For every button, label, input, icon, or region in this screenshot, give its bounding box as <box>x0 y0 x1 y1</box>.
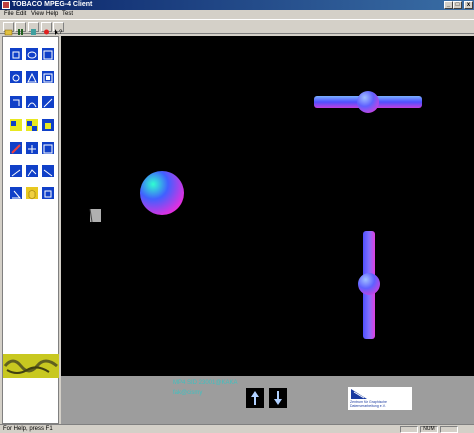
yellow-tool-1[interactable] <box>9 118 23 132</box>
zgdv-logo: Zentrum für Graphische Datenverarbeitung… <box>348 387 412 410</box>
yellow-tool-3[interactable] <box>41 118 55 132</box>
line-tool-1[interactable] <box>9 164 23 178</box>
rotate-icon <box>12 74 20 82</box>
grid-tool-2[interactable] <box>41 141 55 155</box>
sphere-object[interactable] <box>140 171 184 215</box>
close-button[interactable]: x <box>464 1 473 9</box>
box-icon <box>44 190 52 198</box>
status-pane-1 <box>400 426 418 433</box>
help-cursor-icon: ? <box>55 29 63 36</box>
maximize-button[interactable]: □ <box>453 1 462 9</box>
yellow-tool-2[interactable] <box>25 118 39 132</box>
angle-tool[interactable] <box>9 186 23 200</box>
stack-icon <box>13 99 20 106</box>
grid-tool-1[interactable] <box>25 141 39 155</box>
menu-help[interactable]: Help <box>46 10 58 19</box>
arrow-down-icon <box>274 391 282 405</box>
diagonal-icon <box>43 98 53 108</box>
yellow-block-icon <box>27 121 37 131</box>
user-text: fak@cismy <box>173 390 203 396</box>
app-icon <box>2 1 10 9</box>
menu-file[interactable]: File <box>4 10 14 19</box>
shape-tool-5[interactable] <box>25 70 39 84</box>
context-help-button[interactable]: ? <box>53 22 64 36</box>
menu-test[interactable]: Test <box>62 10 73 19</box>
ellipse-icon <box>27 51 37 59</box>
cube-tool[interactable] <box>25 186 39 200</box>
shape-tool-2[interactable] <box>25 47 39 61</box>
stop-button[interactable] <box>28 22 39 35</box>
up-arrow-button[interactable] <box>246 388 264 408</box>
arrow-up-icon <box>251 391 259 405</box>
horizontal-slider-knob[interactable] <box>357 91 379 113</box>
curve-icon <box>27 102 37 108</box>
shape-icon <box>12 51 20 59</box>
small-cube-object[interactable] <box>89 208 101 223</box>
grid-frame-icon <box>43 144 53 154</box>
status-num: NUM <box>420 426 438 433</box>
line-tool-3[interactable] <box>41 164 55 178</box>
tobaco-logo <box>3 354 59 378</box>
menu-edit[interactable]: Edit <box>16 10 26 19</box>
toolbar: ? <box>0 19 474 36</box>
minimize-button[interactable]: _ <box>444 1 453 9</box>
shape-tool-1[interactable] <box>9 47 23 61</box>
horizontal-slider[interactable] <box>314 91 422 113</box>
scene-canvas <box>89 91 422 339</box>
pause-button[interactable] <box>15 22 26 35</box>
yellow-frame-icon <box>45 123 51 129</box>
title-bar: TOBACO MPEG-4 Client _ □ x <box>0 0 474 10</box>
zgdv-logo-mark <box>351 389 367 399</box>
angle-icon <box>12 190 22 199</box>
down-arrow-button[interactable] <box>269 388 287 408</box>
segment-icon <box>43 169 53 177</box>
shape-tool-4[interactable] <box>9 70 23 84</box>
shape-tool-6[interactable] <box>41 70 55 84</box>
grid-icon <box>28 145 36 153</box>
stream-id-text: MP4 SID 23001@KAKA <box>173 380 238 386</box>
open-folder-icon <box>4 29 13 36</box>
stop-icon <box>31 29 36 35</box>
pause-icon <box>18 29 23 35</box>
frame-icon <box>43 73 53 83</box>
pencil-icon <box>11 144 21 154</box>
status-help-text: For Help, press F1 <box>3 426 53 432</box>
menu-bar: File Edit View Help Test <box>0 10 474 19</box>
box-tool[interactable] <box>41 186 55 200</box>
shape-tool-9[interactable] <box>41 95 55 109</box>
status-bar: For Help, press F1 NUM <box>0 424 474 433</box>
yellow-square-icon <box>11 121 16 126</box>
shape-tool-7[interactable] <box>9 95 23 109</box>
menu-view[interactable]: View <box>31 10 44 19</box>
open-button[interactable] <box>3 22 14 36</box>
polyline-icon <box>27 169 37 177</box>
window-title: TOBACO MPEG-4 Client <box>12 1 93 8</box>
pencil-tool[interactable] <box>9 141 23 155</box>
vertical-slider[interactable] <box>358 231 380 339</box>
triangle-icon <box>27 72 37 83</box>
line-tool-2[interactable] <box>25 164 39 178</box>
shape-tool-8[interactable] <box>25 95 39 109</box>
line-icon <box>11 169 21 177</box>
scene-viewport[interactable] <box>61 36 474 376</box>
square-icon <box>43 50 53 60</box>
record-button[interactable] <box>41 22 52 35</box>
status-pane-3 <box>440 426 458 433</box>
cube-icon <box>28 189 36 200</box>
vertical-slider-knob[interactable] <box>358 273 380 295</box>
record-icon <box>44 29 49 35</box>
bottom-panel: MP4 SID 23001@KAKA fak@cismy Zentrum für… <box>61 376 474 424</box>
shape-tool-3[interactable] <box>41 47 55 61</box>
